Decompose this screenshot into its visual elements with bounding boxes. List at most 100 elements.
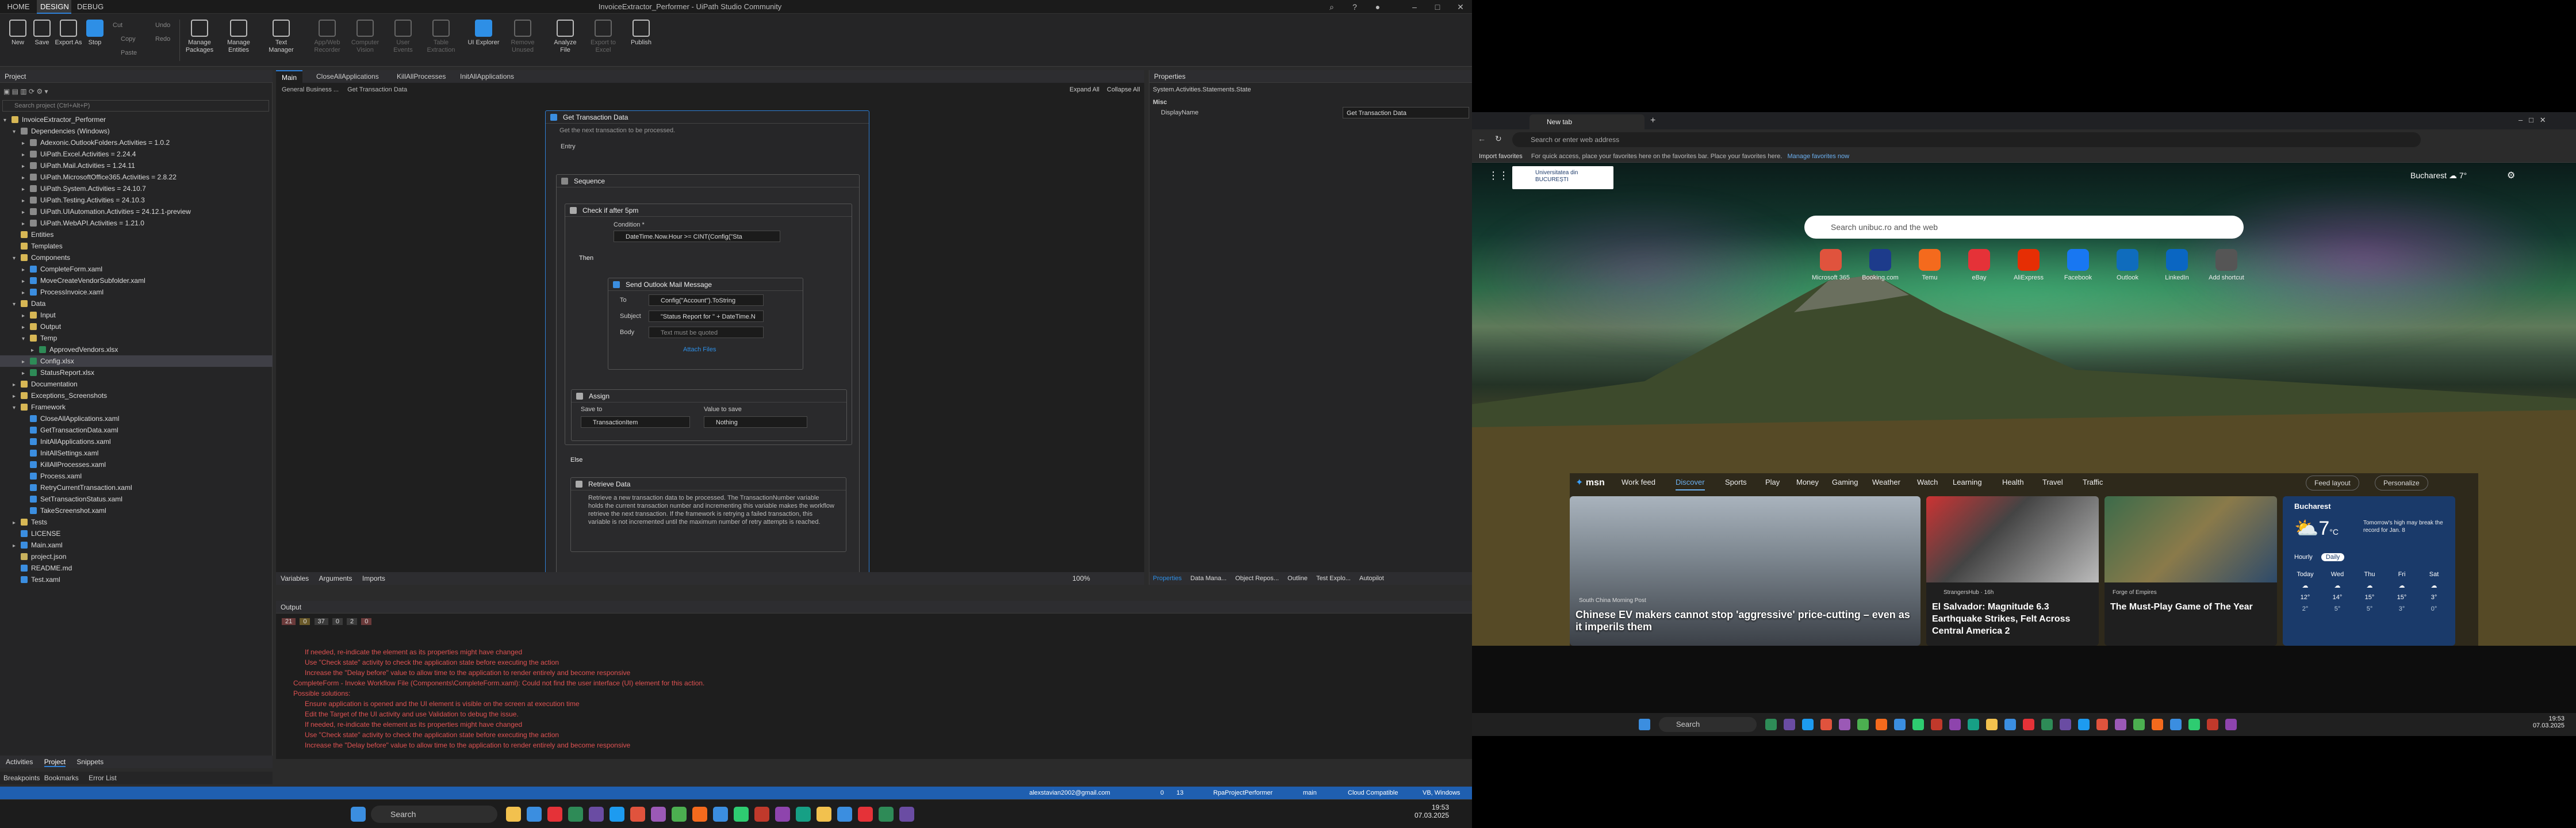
tree-item[interactable]: SetTransactionStatus.xaml — [0, 493, 273, 505]
ribbon-recorder[interactable]: App/Web Recorder — [310, 17, 344, 63]
taskbar-app-icon[interactable] — [692, 807, 707, 822]
feed-tab[interactable]: Learning — [1953, 474, 1982, 490]
tree-item[interactable]: ▸ Main.xaml — [0, 539, 273, 551]
tree-item[interactable]: Process.xaml — [0, 470, 273, 482]
status-language[interactable]: VB, Windows — [1423, 787, 1460, 799]
shortcut-tile[interactable]: Temu — [1907, 249, 1953, 281]
shortcut-tile[interactable]: LinkedIn — [2154, 249, 2200, 281]
window-controls[interactable]: – □ ✕ — [2518, 116, 2546, 125]
ribbon-redo[interactable]: Redo — [155, 33, 170, 45]
feed-tab[interactable]: Watch — [1917, 474, 1938, 490]
taskbar-app-icon[interactable] — [713, 807, 728, 822]
tree-item[interactable]: InitAllSettings.xaml — [0, 447, 273, 459]
doc-tab-killall[interactable]: KillAllProcesses — [391, 70, 451, 83]
doc-tab-closeall[interactable]: CloseAllApplications — [310, 70, 385, 83]
tab-breakpoints[interactable]: Breakpoints — [3, 774, 40, 782]
tree-item[interactable]: Entities — [0, 229, 273, 240]
filter-fatal[interactable]: 0 — [361, 618, 372, 625]
tab-activities[interactable]: Activities — [6, 758, 33, 766]
taskbar-app-icon[interactable] — [1820, 719, 1832, 730]
tab-test-explorer[interactable]: Test Explo... — [1316, 575, 1351, 582]
tab-properties[interactable]: Properties — [1153, 575, 1182, 582]
chevron-icon[interactable]: ▸ — [22, 264, 30, 275]
sequence-activity[interactable]: Sequence Check if after 5pm Condition * … — [556, 174, 860, 577]
feed-tab[interactable]: Play — [1765, 474, 1780, 490]
tree-item[interactable]: Test.xaml — [0, 574, 273, 585]
status-branch[interactable]: main — [1303, 787, 1317, 799]
project-toolbar[interactable]: ▣ ▤ ▥ ⟳ ⚙ ▾ — [3, 85, 268, 98]
status-project[interactable]: RpaProjectPerformer — [1213, 787, 1272, 799]
tree-item[interactable]: ▸ UiPath.MicrosoftOffice365.Activities = … — [0, 171, 273, 183]
chevron-icon[interactable]: ▸ — [22, 207, 30, 217]
taskbar-app-icon[interactable] — [2207, 719, 2218, 730]
avatar[interactable]: ● — [1366, 0, 1389, 14]
ribbon-analyze-file[interactable]: Analyze File — [549, 17, 582, 63]
menu-tab-debug[interactable]: DEBUG — [74, 0, 106, 14]
tab-bookmarks[interactable]: Bookmarks — [44, 774, 79, 782]
taskbar-app-icon[interactable] — [2170, 719, 2182, 730]
ribbon-table-extraction[interactable]: Table Extraction — [424, 17, 458, 63]
taskbar-app-icon[interactable] — [2115, 719, 2126, 730]
ribbon-remove-unused[interactable]: Remove Unused — [506, 17, 539, 63]
tree-item[interactable]: InitAllApplications.xaml — [0, 436, 273, 447]
shortcut-tile[interactable]: Outlook — [2104, 249, 2150, 281]
close-button[interactable]: ✕ — [1449, 0, 1472, 14]
taskbar-app-icon[interactable] — [527, 807, 542, 822]
tree-item[interactable]: README.md — [0, 562, 273, 574]
taskbar-app-icon[interactable] — [2152, 719, 2163, 730]
taskbar-app-icon[interactable] — [1802, 719, 1814, 730]
taskbar-app-icon[interactable] — [547, 807, 562, 822]
chevron-icon[interactable]: ▸ — [22, 322, 30, 332]
chevron-icon[interactable]: ▸ — [22, 138, 30, 148]
assign-activity[interactable]: Assign Save to Value to save Transaction… — [571, 389, 847, 441]
forecast-day[interactable]: Thu ☁ 15° 5° — [2355, 569, 2384, 615]
ribbon-publish[interactable]: Publish — [624, 17, 658, 63]
apps-grid-icon[interactable]: ⋮⋮ — [1488, 170, 1509, 181]
taskbar-app-icon[interactable] — [2188, 719, 2200, 730]
menu-tab-design[interactable]: DESIGN — [37, 0, 71, 14]
shortcut-tile[interactable]: Microsoft 365 — [1808, 249, 1854, 281]
feed-tab[interactable]: Discover — [1676, 474, 1705, 490]
status-compat[interactable]: Cloud Compatible — [1348, 787, 1398, 799]
filter-warnings[interactable]: 0 — [300, 618, 310, 625]
web-search-input[interactable]: Search unibuc.ro and the web — [1804, 216, 2244, 239]
tree-item[interactable]: ▸ StatusReport.xlsx — [0, 367, 273, 378]
tab-project[interactable]: Project — [44, 758, 66, 767]
taskbar-app-icon[interactable] — [1784, 719, 1795, 730]
state-get-transaction-data[interactable]: Get Transaction Data Get the next transa… — [545, 110, 869, 582]
tab-object-repository[interactable]: Object Repos... — [1235, 575, 1279, 582]
taskbar-app-icon[interactable] — [837, 807, 852, 822]
taskbar-app-icon[interactable] — [651, 807, 666, 822]
manage-favorites-link[interactable]: Manage favorites now — [1787, 153, 1849, 160]
tree-item[interactable]: ▾ Data — [0, 298, 273, 309]
chevron-icon[interactable]: ▾ — [13, 126, 21, 137]
chevron-icon[interactable]: ▸ — [22, 218, 30, 229]
taskbar-app-icon[interactable] — [568, 807, 583, 822]
taskbar-app-icon[interactable] — [1876, 719, 1887, 730]
clock[interactable]: 19:53 07.03.2025 — [1409, 803, 1449, 819]
chevron-icon[interactable]: ▸ — [13, 518, 21, 528]
output-line[interactable]: If needed, re-indicate the element as it… — [305, 719, 522, 730]
taskbar-app-icon[interactable] — [2225, 719, 2237, 730]
chevron-icon[interactable]: ▸ — [22, 195, 30, 206]
chevron-icon[interactable]: ▾ — [22, 334, 30, 344]
taskbar-app-icon[interactable] — [899, 807, 914, 822]
feed-tab[interactable]: Weather — [1872, 474, 1900, 490]
assign-value-field[interactable]: Nothing — [704, 416, 807, 428]
feed-tab[interactable]: Money — [1796, 474, 1819, 490]
taskbar-app-icon[interactable] — [610, 807, 624, 822]
tree-item[interactable]: TakeScreenshot.xaml — [0, 505, 273, 516]
taskbar-app-icon[interactable] — [2004, 719, 2016, 730]
imports-tab[interactable]: Imports — [362, 574, 385, 582]
taskbar-app-icon[interactable] — [506, 807, 521, 822]
ribbon-manage-packages[interactable]: Manage Packages — [183, 17, 216, 63]
output-line[interactable]: CompleteForm - Invoke Workflow File (Com… — [293, 678, 704, 688]
doc-tab-main[interactable]: Main — [276, 70, 303, 83]
tree-item[interactable]: ▸ CompleteForm.xaml — [0, 263, 273, 275]
collapse-all-link[interactable]: Collapse All — [1107, 86, 1140, 93]
tab-daily[interactable]: Daily — [2321, 553, 2345, 561]
tree-item[interactable]: ▾ Components — [0, 252, 273, 263]
taskbar-app-icon[interactable] — [1894, 719, 1906, 730]
chevron-icon[interactable]: ▸ — [22, 184, 30, 194]
taskbar-app-icon[interactable] — [775, 807, 790, 822]
